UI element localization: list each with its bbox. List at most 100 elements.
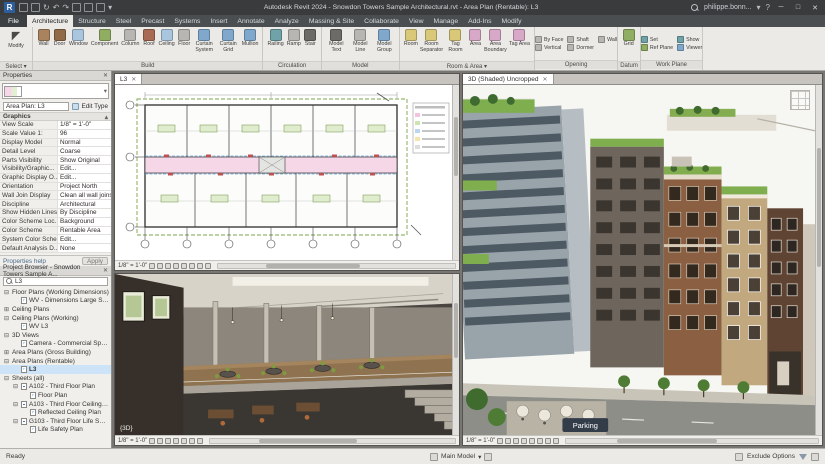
sun-path-icon[interactable] (165, 437, 172, 444)
property-value[interactable]: 1/8" = 1'-0" (57, 121, 111, 129)
edit-type-button[interactable]: Edit Type (72, 103, 108, 110)
signed-in-user[interactable]: philippe.bonn... (704, 4, 751, 11)
tree-item[interactable]: Life Safety Plan (0, 426, 111, 435)
area-tool-button[interactable]: Area (468, 28, 483, 61)
tab-analyze[interactable]: Analyze (270, 15, 304, 27)
tag-icon[interactable] (96, 3, 106, 12)
horizontal-scrollbar[interactable] (217, 262, 456, 269)
property-value[interactable]: Show Original (57, 156, 111, 164)
tree-item[interactable]: Camera - Commercial Space 3... (0, 340, 111, 349)
reveal-hidden-elements-icon[interactable] (553, 437, 560, 444)
expander-icon[interactable]: ⊞ (3, 349, 10, 356)
view-tab-close-icon[interactable]: ✕ (131, 76, 136, 83)
tree-item[interactable]: WV L3 (0, 322, 111, 331)
show-work-plane-button[interactable]: Show (677, 36, 702, 43)
grid-tool-button[interactable]: Grid (621, 28, 636, 61)
crop-view-icon[interactable] (537, 437, 544, 444)
property-value[interactable]: By Discipline (57, 208, 111, 217)
roof-tool-button[interactable]: Roof (142, 28, 157, 61)
horizontal-scrollbar[interactable] (209, 437, 456, 444)
rendering-icon[interactable] (529, 437, 536, 444)
tree-item[interactable]: ⊟ A103 - Third Floor Ceiling Plan (0, 400, 111, 409)
column-tool-button[interactable]: Column (120, 28, 140, 61)
mullion-tool-button[interactable]: Mullion (241, 28, 260, 61)
tab-precast[interactable]: Precast (136, 15, 169, 27)
search-icon[interactable] (690, 3, 699, 12)
vertical-opening-tool-button[interactable]: Vertical (534, 44, 563, 51)
expander-icon[interactable]: ⊟ (12, 418, 19, 425)
wall-tool-button[interactable]: Wall (36, 28, 51, 61)
model-text-tool-button[interactable]: Model Text (325, 28, 348, 61)
viewport-floor-plan[interactable]: L3 ✕ 1/8" = 1'-0" (114, 73, 460, 271)
expander-icon[interactable]: ⊟ (3, 332, 10, 339)
tree-item[interactable]: ⊞ Area Plans (Gross Building) (0, 348, 111, 357)
workset-dropdown-icon[interactable]: ▾ (478, 453, 481, 461)
open-icon[interactable] (19, 3, 28, 12)
temporary-hide-isolate-icon[interactable] (197, 262, 204, 269)
browser-search-input[interactable]: L3 (3, 277, 108, 286)
ramp-tool-button[interactable]: Ramp (286, 28, 302, 61)
save-icon[interactable] (31, 3, 40, 12)
view-scale-label[interactable]: 1/8" = 1'-0" (118, 263, 147, 269)
tag-area-tool-button[interactable]: Tag Area (508, 28, 531, 61)
tree-item[interactable]: ⊟ Sheets (all) (0, 374, 111, 383)
project-browser-close-icon[interactable]: ✕ (103, 267, 108, 274)
detail-level-icon[interactable] (149, 437, 156, 444)
expander-icon[interactable]: ⊟ (3, 358, 10, 365)
shaft-tool-button[interactable]: Shaft (567, 36, 594, 43)
select-toggle-icon[interactable] (811, 452, 819, 461)
crop-region-visibility-icon[interactable] (189, 262, 196, 269)
minimize-button[interactable]: ─ (775, 4, 787, 11)
property-value[interactable]: Edit... (57, 164, 111, 173)
tab-steel[interactable]: Steel (111, 15, 137, 27)
active-workset-dropdown[interactable]: Main Model (441, 453, 475, 460)
tab-view[interactable]: View (404, 15, 429, 27)
model-group-tool-button[interactable]: Model Group (373, 28, 396, 61)
curtain-system-tool-button[interactable]: Curtain System (193, 28, 216, 61)
tab-manage[interactable]: Manage (429, 15, 464, 27)
reveal-hidden-elements-icon[interactable] (205, 262, 212, 269)
vertical-scrollbar[interactable] (815, 85, 822, 435)
tree-item[interactable]: ⊟ A102 - Third Floor Plan (0, 383, 111, 392)
sun-path-icon[interactable] (513, 437, 520, 444)
exclude-options-label[interactable]: Exclude Options (747, 453, 795, 460)
tab-systems[interactable]: Systems (169, 15, 205, 27)
tree-item[interactable]: ⊞ Ceiling Plans (0, 305, 111, 314)
tab-structure[interactable]: Structure (73, 15, 111, 27)
tree-item[interactable]: Reflected Ceiling Plan (0, 408, 111, 417)
ceiling-tool-button[interactable]: Ceiling (158, 28, 176, 61)
floor-tool-button[interactable]: Floor (177, 28, 192, 61)
wall-opening-tool-button[interactable]: Wall (598, 36, 617, 43)
properties-close-icon[interactable]: ✕ (103, 72, 108, 79)
tree-item[interactable]: ⊟ Floor Plans (Working Dimensions) (0, 288, 111, 297)
element-filter-combo[interactable]: Area Plan: L3 (3, 102, 70, 111)
expander-icon[interactable]: ⊟ (3, 375, 10, 382)
tab-modify[interactable]: Modify (497, 15, 527, 27)
temporary-hide-isolate-icon[interactable] (189, 437, 196, 444)
tab-annotate[interactable]: Annotate (232, 15, 269, 27)
view-tab-close-icon[interactable]: ✕ (542, 76, 547, 83)
property-value[interactable]: Project North (57, 182, 111, 191)
visual-style-icon[interactable] (157, 437, 164, 444)
undo-icon[interactable]: ↶ (53, 3, 60, 12)
property-value[interactable]: Edit... (57, 173, 111, 182)
exterior-3d-canvas[interactable]: Parking (463, 85, 815, 435)
detail-level-icon[interactable] (149, 262, 156, 269)
vertical-scrollbar[interactable] (452, 274, 459, 435)
design-options-icon[interactable] (484, 452, 493, 461)
temporary-hide-isolate-icon[interactable] (545, 437, 552, 444)
stair-tool-button[interactable]: Stair (303, 28, 318, 61)
tree-item[interactable]: ⊟ Area Plans (Rentable) (0, 357, 111, 366)
property-value[interactable]: Coarse (57, 147, 111, 156)
redo-icon[interactable]: ↷ (62, 3, 69, 12)
visual-style-icon[interactable] (157, 262, 164, 269)
tree-item[interactable]: Floor Plan (0, 391, 111, 400)
reveal-hidden-elements-icon[interactable] (197, 437, 204, 444)
panel-name-room-area[interactable]: Room & Area ▾ (399, 61, 534, 70)
view-tab-l3[interactable]: L3 ✕ (115, 74, 143, 84)
worksets-icon[interactable] (430, 452, 438, 461)
interior-3d-canvas[interactable] (115, 274, 452, 435)
editable-only-icon[interactable] (734, 452, 743, 461)
tag-room-tool-button[interactable]: Tag Room (444, 28, 467, 61)
viewport-exterior-3d[interactable]: 3D (Shaded) Uncropped ✕ Parking 1/8" = 1… (462, 73, 823, 446)
